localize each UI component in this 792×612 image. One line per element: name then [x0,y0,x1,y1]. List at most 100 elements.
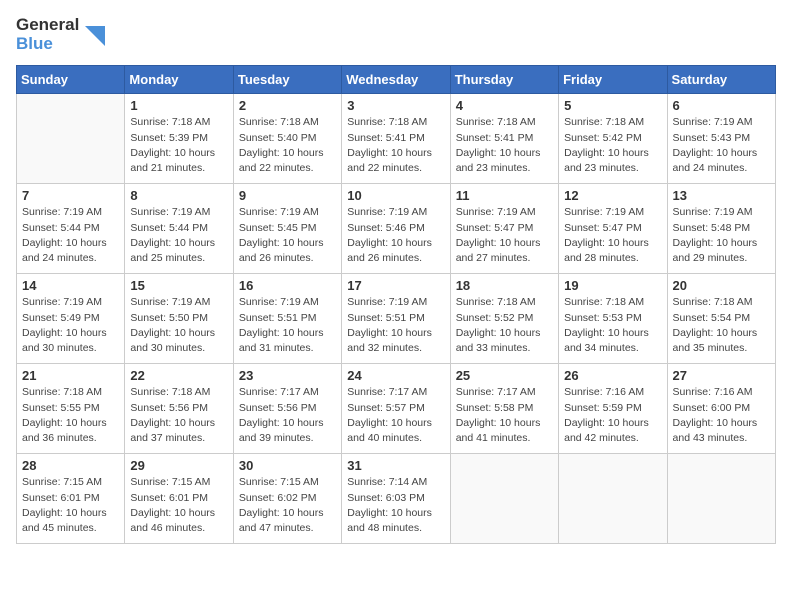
day-info: Sunrise: 7:17 AM Sunset: 5:57 PM Dayligh… [347,385,444,446]
day-info: Sunrise: 7:18 AM Sunset: 5:41 PM Dayligh… [347,115,444,176]
calendar-day-cell: 9 Sunrise: 7:19 AM Sunset: 5:45 PM Daylig… [233,184,341,274]
calendar-week-row: 7 Sunrise: 7:19 AM Sunset: 5:44 PM Daylig… [17,184,776,274]
day-info: Sunrise: 7:19 AM Sunset: 5:51 PM Dayligh… [347,295,444,356]
day-info: Sunrise: 7:18 AM Sunset: 5:56 PM Dayligh… [130,385,227,446]
calendar-day-cell: 15 Sunrise: 7:19 AM Sunset: 5:50 PM Dayli… [125,274,233,364]
calendar-day-cell: 31 Sunrise: 7:14 AM Sunset: 6:03 PM Dayli… [342,454,450,544]
calendar-day-cell: 13 Sunrise: 7:19 AM Sunset: 5:48 PM Dayli… [667,184,775,274]
calendar-day-cell: 7 Sunrise: 7:19 AM Sunset: 5:44 PM Daylig… [17,184,125,274]
calendar-day-cell: 10 Sunrise: 7:19 AM Sunset: 5:46 PM Dayli… [342,184,450,274]
calendar-day-cell: 20 Sunrise: 7:18 AM Sunset: 5:54 PM Dayli… [667,274,775,364]
day-number: 23 [239,368,336,383]
calendar-week-row: 21 Sunrise: 7:18 AM Sunset: 5:55 PM Dayli… [17,364,776,454]
calendar-day-cell: 4Sunrise: 7:18 AM Sunset: 5:41 PM Daylig… [450,94,558,184]
calendar-day-cell: 12 Sunrise: 7:19 AM Sunset: 5:47 PM Dayli… [559,184,667,274]
day-number: 3 [347,98,444,113]
day-number: 12 [564,188,661,203]
calendar-day-cell [559,454,667,544]
logo-arrow-icon [85,26,105,46]
day-number: 21 [22,368,119,383]
calendar-day-cell: 23Sunrise: 7:17 AM Sunset: 5:56 PM Dayli… [233,364,341,454]
day-info: Sunrise: 7:17 AM Sunset: 5:58 PM Dayligh… [456,385,553,446]
day-info: Sunrise: 7:19 AM Sunset: 5:47 PM Dayligh… [564,205,661,266]
calendar-day-cell: 8 Sunrise: 7:19 AM Sunset: 5:44 PM Daylig… [125,184,233,274]
calendar-week-row: 1Sunrise: 7:18 AM Sunset: 5:39 PM Daylig… [17,94,776,184]
calendar-day-cell: 5Sunrise: 7:18 AM Sunset: 5:42 PM Daylig… [559,94,667,184]
day-number: 17 [347,278,444,293]
calendar-day-cell: 25 Sunrise: 7:17 AM Sunset: 5:58 PM Dayli… [450,364,558,454]
day-number: 29 [130,458,227,473]
day-number: 31 [347,458,444,473]
day-info: Sunrise: 7:18 AM Sunset: 5:55 PM Dayligh… [22,385,119,446]
calendar-day-cell [450,454,558,544]
calendar-day-cell: 1Sunrise: 7:18 AM Sunset: 5:39 PM Daylig… [125,94,233,184]
day-info: Sunrise: 7:19 AM Sunset: 5:44 PM Dayligh… [22,205,119,266]
day-number: 26 [564,368,661,383]
day-info: Sunrise: 7:18 AM Sunset: 5:54 PM Dayligh… [673,295,770,356]
day-info: Sunrise: 7:18 AM Sunset: 5:40 PM Dayligh… [239,115,336,176]
day-number: 18 [456,278,553,293]
calendar-day-cell: 3 Sunrise: 7:18 AM Sunset: 5:41 PM Daylig… [342,94,450,184]
day-info: Sunrise: 7:18 AM Sunset: 5:53 PM Dayligh… [564,295,661,356]
weekday-header-cell: Monday [125,66,233,94]
calendar-day-cell [17,94,125,184]
day-number: 28 [22,458,119,473]
calendar-day-cell: 2Sunrise: 7:18 AM Sunset: 5:40 PM Daylig… [233,94,341,184]
day-number: 8 [130,188,227,203]
day-number: 24 [347,368,444,383]
day-info: Sunrise: 7:19 AM Sunset: 5:45 PM Dayligh… [239,205,336,266]
day-info: Sunrise: 7:19 AM Sunset: 5:51 PM Dayligh… [239,295,336,356]
day-info: Sunrise: 7:19 AM Sunset: 5:47 PM Dayligh… [456,205,553,266]
day-number: 25 [456,368,553,383]
day-info: Sunrise: 7:18 AM Sunset: 5:41 PM Dayligh… [456,115,553,176]
day-info: Sunrise: 7:19 AM Sunset: 5:46 PM Dayligh… [347,205,444,266]
calendar-day-cell: 14 Sunrise: 7:19 AM Sunset: 5:49 PM Dayli… [17,274,125,364]
logo-text: General Blue [16,16,79,53]
calendar-day-cell: 27 Sunrise: 7:16 AM Sunset: 6:00 PM Dayli… [667,364,775,454]
calendar-day-cell: 29 Sunrise: 7:15 AM Sunset: 6:01 PM Dayli… [125,454,233,544]
day-info: Sunrise: 7:15 AM Sunset: 6:02 PM Dayligh… [239,475,336,536]
day-number: 15 [130,278,227,293]
weekday-header-cell: Wednesday [342,66,450,94]
day-number: 27 [673,368,770,383]
day-info: Sunrise: 7:19 AM Sunset: 5:48 PM Dayligh… [673,205,770,266]
weekday-header-row: SundayMondayTuesdayWednesdayThursdayFrid… [17,66,776,94]
calendar-week-row: 14 Sunrise: 7:19 AM Sunset: 5:49 PM Dayli… [17,274,776,364]
calendar-day-cell: 19Sunrise: 7:18 AM Sunset: 5:53 PM Dayli… [559,274,667,364]
day-number: 10 [347,188,444,203]
calendar-day-cell [667,454,775,544]
calendar-day-cell: 18Sunrise: 7:18 AM Sunset: 5:52 PM Dayli… [450,274,558,364]
day-info: Sunrise: 7:14 AM Sunset: 6:03 PM Dayligh… [347,475,444,536]
day-number: 7 [22,188,119,203]
weekday-header-cell: Thursday [450,66,558,94]
day-info: Sunrise: 7:18 AM Sunset: 5:39 PM Dayligh… [130,115,227,176]
calendar-day-cell: 30 Sunrise: 7:15 AM Sunset: 6:02 PM Dayli… [233,454,341,544]
day-number: 22 [130,368,227,383]
day-number: 11 [456,188,553,203]
calendar-week-row: 28 Sunrise: 7:15 AM Sunset: 6:01 PM Dayli… [17,454,776,544]
calendar-day-cell: 11 Sunrise: 7:19 AM Sunset: 5:47 PM Dayli… [450,184,558,274]
calendar-day-cell: 28 Sunrise: 7:15 AM Sunset: 6:01 PM Dayli… [17,454,125,544]
calendar-day-cell: 26Sunrise: 7:16 AM Sunset: 5:59 PM Dayli… [559,364,667,454]
day-info: Sunrise: 7:16 AM Sunset: 6:00 PM Dayligh… [673,385,770,446]
calendar-day-cell: 22 Sunrise: 7:18 AM Sunset: 5:56 PM Dayli… [125,364,233,454]
logo: General Blue [16,16,105,53]
page-header: General Blue [16,16,776,53]
day-number: 13 [673,188,770,203]
calendar-day-cell: 16 Sunrise: 7:19 AM Sunset: 5:51 PM Dayli… [233,274,341,364]
day-number: 16 [239,278,336,293]
day-info: Sunrise: 7:15 AM Sunset: 6:01 PM Dayligh… [130,475,227,536]
calendar-day-cell: 21 Sunrise: 7:18 AM Sunset: 5:55 PM Dayli… [17,364,125,454]
calendar-table: SundayMondayTuesdayWednesdayThursdayFrid… [16,65,776,544]
day-number: 20 [673,278,770,293]
day-number: 30 [239,458,336,473]
day-number: 5 [564,98,661,113]
calendar-body: 1Sunrise: 7:18 AM Sunset: 5:39 PM Daylig… [17,94,776,544]
day-info: Sunrise: 7:19 AM Sunset: 5:43 PM Dayligh… [673,115,770,176]
day-info: Sunrise: 7:19 AM Sunset: 5:44 PM Dayligh… [130,205,227,266]
day-info: Sunrise: 7:19 AM Sunset: 5:49 PM Dayligh… [22,295,119,356]
day-number: 14 [22,278,119,293]
day-number: 9 [239,188,336,203]
day-info: Sunrise: 7:19 AM Sunset: 5:50 PM Dayligh… [130,295,227,356]
day-info: Sunrise: 7:15 AM Sunset: 6:01 PM Dayligh… [22,475,119,536]
